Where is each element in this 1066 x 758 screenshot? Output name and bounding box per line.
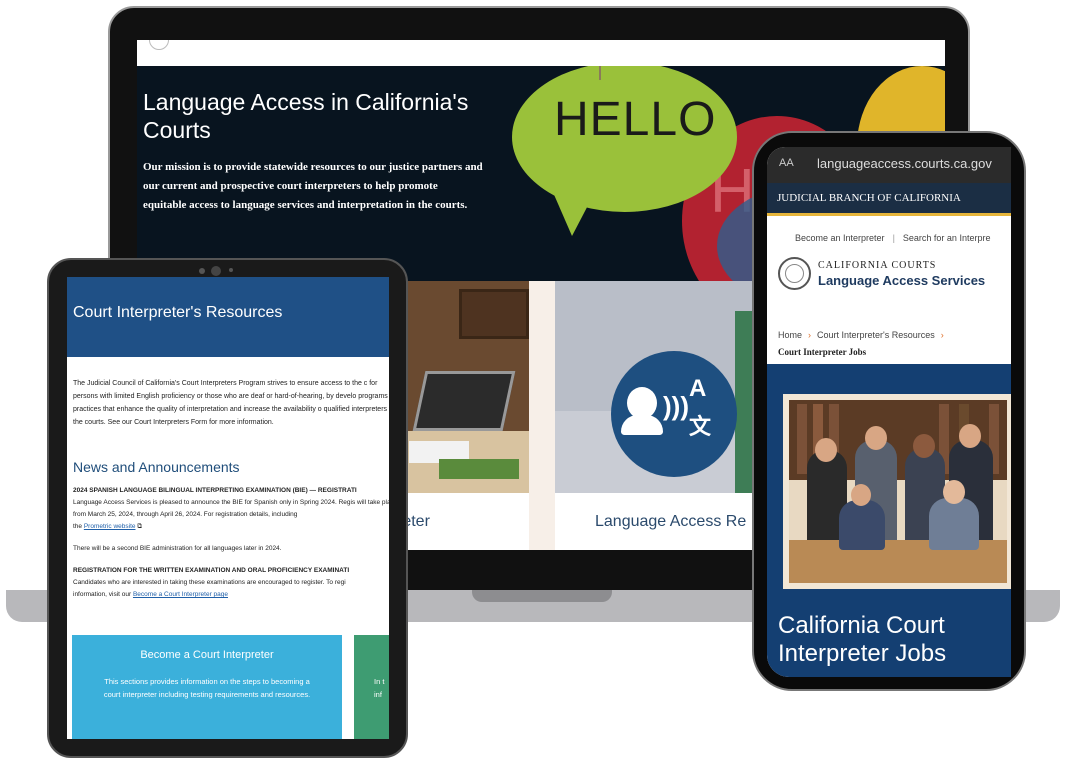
person-face — [959, 424, 981, 448]
news-item-link-line: information, visit our Become a Court In… — [73, 589, 389, 601]
bubble-string — [599, 66, 601, 80]
search-interpreter-link[interactable]: Search for an Interpre — [903, 233, 991, 243]
prometric-link[interactable]: Prometric website — [84, 523, 136, 530]
letter-a-icon: A — [689, 375, 707, 402]
link-prefix: information, visit our — [73, 591, 133, 598]
green-hello-bubble: HELLO — [512, 66, 737, 236]
tablet-screen: Court Interpreter's Resources The Judici… — [67, 277, 389, 739]
california-courts-seal-icon[interactable] — [778, 257, 811, 290]
person-figure — [839, 500, 885, 550]
breadcrumb-current: Court Interpreter Jobs — [778, 347, 867, 357]
news-item-title: REGISTRATION FOR THE WRITTEN EXAMINATION… — [73, 567, 350, 574]
intro-paragraph: The Judicial Council of California's Cou… — [73, 380, 389, 426]
chevron-right-icon: › — [940, 330, 944, 340]
hero-mission-text: Our mission is to provide statewide reso… — [143, 161, 483, 211]
phone-screen: AA languageaccess.courts.ca.gov JUDICIAL… — [767, 147, 1011, 677]
person-face — [815, 438, 837, 462]
link-separator: | — [892, 233, 895, 243]
breadcrumb-home[interactable]: Home — [778, 330, 802, 340]
california-courts-label[interactable]: CALIFORNIA COURTS — [818, 260, 936, 271]
page-title: Court Interpreter's Resources — [73, 304, 283, 321]
news-item-body: Candidates who are interested in taking … — [73, 579, 346, 586]
hello-text: HELLO — [554, 93, 717, 146]
cta-title: Become a Court Interpreter — [140, 649, 274, 661]
gold-divider — [767, 213, 1011, 216]
site-title[interactable]: Language Access Services — [818, 273, 985, 288]
secondary-card-text: inf — [374, 690, 382, 699]
chevron-right-icon: › — [808, 330, 812, 340]
chinese-character-icon: 文 — [689, 414, 712, 439]
news-item-body: There will be a second BIE administratio… — [73, 545, 282, 552]
news-heading: News and Announcements — [73, 459, 240, 475]
person-face — [851, 484, 871, 506]
tablet-sensor-small — [229, 268, 233, 272]
become-interpreter-link[interactable]: Become a Court Interpreter page — [133, 591, 228, 598]
interpreter-card[interactable]: reter — [397, 281, 529, 550]
news-item-heading: 2024 SPANISH LANGUAGE BILINGUAL INTERPRE… — [73, 485, 389, 497]
external-link-icon: ⧉ — [137, 523, 142, 530]
news-item-heading: REGISTRATION FOR THE WRITTEN EXAMINATION… — [73, 565, 389, 577]
tablet-sensor — [199, 268, 205, 274]
become-interpreter-link[interactable]: Become an Interpreter — [795, 233, 885, 243]
browser-address-bar[interactable]: AA languageaccess.courts.ca.gov — [767, 147, 1011, 183]
tablet-page-header: Court Interpreter's Resources — [67, 277, 389, 357]
person-face — [913, 434, 935, 458]
judicial-branch-bar: JUDICIAL BRANCH OF CALIFORNIA — [767, 183, 1011, 213]
sound-waves-icon: ))) — [663, 391, 689, 421]
news-item-body: Language Access Services is pleased to a… — [73, 499, 389, 518]
interpreter-card-photo — [399, 281, 529, 493]
cta-text: This sections provides information on th… — [103, 677, 311, 699]
jobs-hero: California Court Interpreter Jobs — [767, 364, 1011, 677]
laptop-graphic — [412, 371, 516, 431]
jobs-hero-title: California Court Interpreter Jobs — [778, 612, 947, 667]
tablet-camera-icon — [211, 266, 221, 276]
seal-inner-ring — [785, 264, 804, 283]
breadcrumb: Home › Court Interpreter's Resources › Cour… — [778, 327, 1011, 361]
laptop-site-header — [137, 40, 945, 66]
breadcrumb-resources[interactable]: Court Interpreter's Resources — [817, 330, 935, 340]
text-size-button[interactable]: AA — [779, 157, 794, 169]
utility-links: Become an Interpreter | Search for an Inte… — [795, 233, 1011, 243]
book-graphic — [439, 459, 519, 479]
news-item-link-line: the Prometric website ⧉ — [73, 521, 389, 533]
secondary-card[interactable]: In t inf — [354, 635, 389, 739]
bubble-tail — [552, 190, 596, 236]
person-figure — [929, 498, 979, 550]
bookshelf-graphic — [459, 289, 529, 339]
become-interpreter-card[interactable]: Become a Court Interpreter This sections… — [72, 635, 342, 739]
secondary-card-text: In t — [374, 677, 385, 686]
link-prefix: the — [73, 523, 84, 530]
interpreters-group-photo — [783, 394, 1011, 589]
language-access-card-label: Language Access Re — [595, 513, 747, 530]
judicial-branch-label[interactable]: JUDICIAL BRANCH OF CALIFORNIA — [777, 192, 961, 204]
url-text[interactable]: languageaccess.courts.ca.gov — [817, 156, 992, 171]
interpreter-translate-icon: ))) A 文 — [611, 351, 737, 477]
laptop-base-notch — [472, 590, 612, 602]
person-face — [943, 480, 965, 504]
news-item-title: 2024 SPANISH LANGUAGE BILINGUAL INTERPRE… — [73, 487, 357, 494]
hero-title: Language Access in California's Courts — [143, 89, 469, 143]
court-seal-icon — [149, 40, 169, 50]
person-face — [865, 426, 887, 450]
person-body-icon — [621, 415, 663, 435]
